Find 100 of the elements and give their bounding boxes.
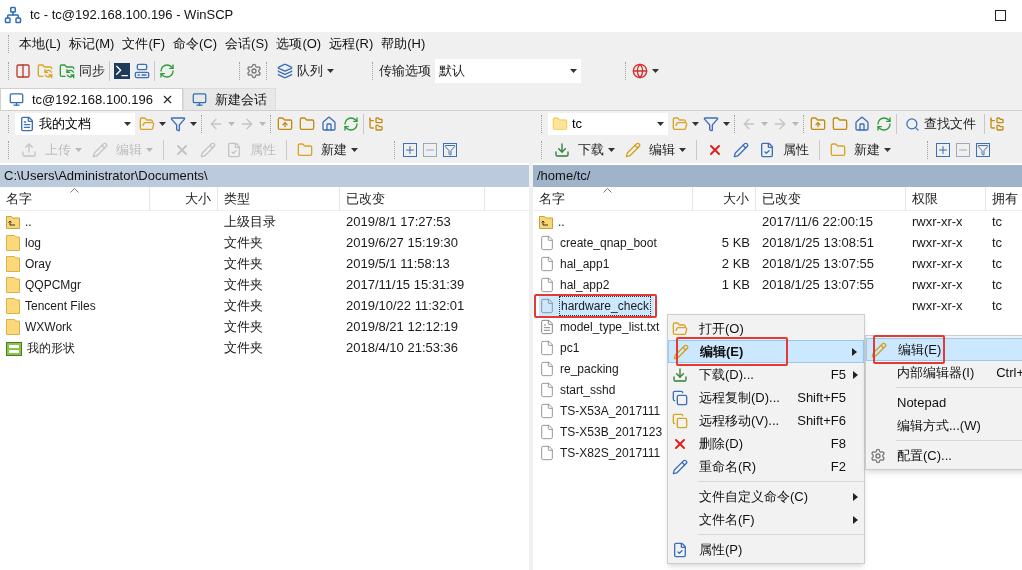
file-icon bbox=[539, 402, 555, 419]
app-icon bbox=[4, 6, 22, 24]
submenu-item[interactable]: Notepad bbox=[866, 391, 1022, 414]
table-cell-text: 上级目录 bbox=[224, 212, 276, 231]
root-folder-icon[interactable] bbox=[299, 116, 315, 132]
session-tab[interactable]: tc@192.168.100.196 bbox=[0, 88, 183, 110]
root-folder-icon[interactable] bbox=[832, 116, 848, 132]
caret-icon bbox=[190, 122, 197, 126]
column-header[interactable]: 名字 bbox=[533, 187, 693, 210]
plus-icon[interactable] bbox=[936, 143, 950, 157]
settings-icon[interactable] bbox=[246, 63, 262, 79]
table-cell-text: 文件夹 bbox=[224, 296, 263, 315]
location-dropdown[interactable]: tc bbox=[548, 113, 668, 135]
parent-folder-icon[interactable] bbox=[810, 116, 826, 132]
context-menu-item[interactable]: 打开(O) bbox=[668, 317, 864, 340]
menu-item[interactable]: 帮助(H) bbox=[377, 34, 430, 54]
context-menu-item[interactable]: 下载(D)... F5 bbox=[668, 363, 864, 386]
menu-item[interactable]: 文件(F) bbox=[118, 34, 169, 54]
file-name-cell[interactable]: start_sshd bbox=[539, 379, 620, 400]
file-name-cell[interactable]: hal_app2 bbox=[539, 274, 614, 295]
submenu-arrow-icon bbox=[852, 347, 857, 356]
session-tab[interactable]: 新建会话 bbox=[182, 88, 276, 110]
filter-icon[interactable] bbox=[170, 116, 186, 132]
file-name-cell[interactable]: pc1 bbox=[539, 337, 584, 358]
minus-icon[interactable] bbox=[956, 143, 970, 157]
file-name-cell[interactable]: Oray bbox=[6, 253, 55, 274]
minus-icon[interactable] bbox=[423, 143, 437, 157]
parent-folder-icon[interactable] bbox=[277, 116, 293, 132]
submenu-item[interactable]: 编辑(E) bbox=[866, 338, 1022, 361]
plus-icon[interactable] bbox=[403, 143, 417, 157]
tree-icon[interactable] bbox=[989, 116, 1005, 132]
filter-icon[interactable] bbox=[703, 116, 719, 132]
upload-icon bbox=[21, 142, 37, 158]
file-name-cell[interactable]: 我的形状 bbox=[6, 337, 79, 358]
context-menu-item[interactable]: 重命名(R) F2 bbox=[668, 455, 864, 478]
file-name-cell[interactable]: model_type_list.txt bbox=[539, 316, 664, 337]
refresh-icon[interactable] bbox=[876, 116, 892, 132]
file-name-cell[interactable]: create_qnap_boot bbox=[539, 232, 661, 253]
context-menu-item[interactable]: 删除(D) F8 bbox=[668, 432, 864, 455]
properties-icon bbox=[672, 541, 688, 558]
menu-item[interactable]: 本地(L) bbox=[15, 34, 65, 54]
column-header[interactable]: 大小 bbox=[150, 187, 218, 210]
toolbar-button[interactable]: 下载 bbox=[550, 139, 619, 161]
home-icon[interactable] bbox=[321, 116, 337, 132]
home-icon[interactable] bbox=[854, 116, 870, 132]
refresh-icon[interactable] bbox=[159, 63, 175, 79]
maximize-button[interactable] bbox=[995, 9, 1006, 21]
compare-icon[interactable] bbox=[15, 63, 31, 79]
toolbar-button[interactable]: 新建 bbox=[826, 139, 895, 161]
refresh-icon[interactable] bbox=[343, 116, 359, 132]
context-menu-item[interactable]: 属性(P) bbox=[668, 538, 864, 561]
filter-icon[interactable] bbox=[976, 143, 990, 157]
context-menu-item[interactable]: 远程复制(D)... Shift+F5 bbox=[668, 386, 864, 409]
file-name-cell[interactable]: log bbox=[6, 232, 45, 253]
context-menu-item[interactable]: 文件自定义命令(C) bbox=[668, 485, 864, 508]
file-name-cell[interactable]: TS-X53A_2017111 bbox=[539, 400, 665, 421]
transfer-settings-dropdown[interactable]: 默认 bbox=[435, 59, 581, 83]
submenu-item[interactable]: 编辑方式...(W) bbox=[866, 414, 1022, 437]
toolbar-button[interactable]: 属性 bbox=[755, 139, 813, 161]
toolbar-button[interactable]: 编辑 bbox=[621, 139, 690, 161]
tree-icon[interactable] bbox=[368, 116, 384, 132]
folder-sync-icon[interactable] bbox=[37, 63, 53, 79]
file-name-cell[interactable]: TS-X82S_2017111 bbox=[539, 442, 665, 463]
file-icon bbox=[539, 423, 555, 440]
file-name-cell[interactable]: Tencent Files bbox=[6, 295, 100, 316]
column-header[interactable]: 类型 bbox=[218, 187, 340, 210]
context-menu-item[interactable]: 远程移动(V)... Shift+F6 bbox=[668, 409, 864, 432]
column-header[interactable]: 已改变 bbox=[340, 187, 485, 210]
file-name-cell[interactable]: TS-X53B_2017123 bbox=[539, 421, 667, 442]
globe-icon[interactable] bbox=[632, 63, 648, 79]
file-name-cell[interactable]: re_packing bbox=[539, 358, 623, 379]
file-name-cell[interactable]: QQPCMgr bbox=[6, 274, 85, 295]
file-name-cell[interactable]: hal_app1 bbox=[539, 253, 614, 274]
menu-item[interactable]: 远程(R) bbox=[325, 34, 378, 54]
menu-item[interactable]: 会话(S) bbox=[221, 34, 273, 54]
open-folder-icon[interactable] bbox=[672, 116, 688, 132]
filter-icon[interactable] bbox=[443, 143, 457, 157]
menu-item[interactable]: 命令(C) bbox=[169, 34, 222, 54]
terminal-icon[interactable] bbox=[114, 63, 130, 79]
menu-item[interactable]: 选项(O) bbox=[272, 34, 326, 54]
column-header[interactable]: 权限 bbox=[906, 187, 986, 210]
column-header[interactable]: 大小 bbox=[693, 187, 756, 210]
file-name-cell[interactable]: .. bbox=[539, 211, 569, 232]
submenu-item[interactable]: 配置(C)... bbox=[866, 444, 1022, 467]
column-header[interactable]: 已改变 bbox=[756, 187, 906, 210]
column-header[interactable]: 名字 bbox=[0, 187, 150, 210]
column-header[interactable]: 拥有 bbox=[986, 187, 1022, 210]
file-name-cell[interactable]: WXWork bbox=[6, 316, 77, 337]
location-dropdown[interactable]: 我的文档 bbox=[15, 113, 135, 135]
find-files-button[interactable]: 查找文件 bbox=[901, 114, 980, 134]
toolbar-button[interactable]: 新建 bbox=[293, 139, 362, 161]
context-menu-item[interactable]: 文件名(F) bbox=[668, 508, 864, 531]
open-folder-icon[interactable] bbox=[139, 116, 155, 132]
table-cell-text: tc bbox=[992, 275, 1003, 294]
file-name-cell[interactable]: .. bbox=[6, 211, 36, 232]
table-cell-text: 2017/11/6 22:00:15 bbox=[762, 212, 874, 231]
queue-button[interactable]: 队列 bbox=[273, 61, 338, 81]
sync-button[interactable]: 同步 bbox=[59, 61, 105, 81]
menu-item[interactable]: 标记(M) bbox=[64, 34, 119, 54]
context-menu-item[interactable]: 编辑(E) bbox=[668, 340, 864, 363]
